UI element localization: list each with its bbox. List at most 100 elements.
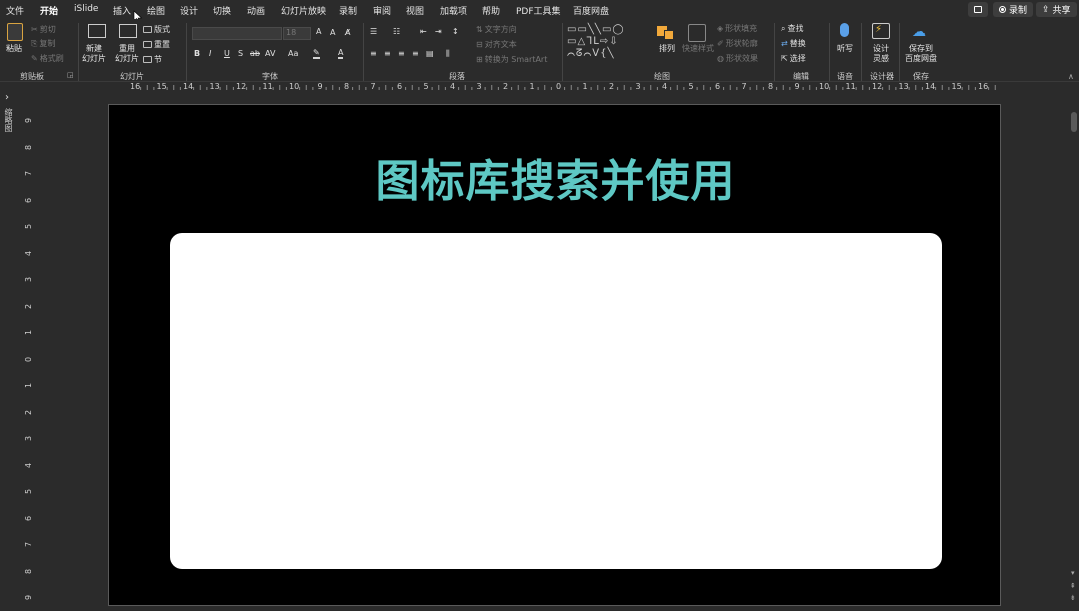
format-painter-button[interactable]: ✎ 格式刷 (31, 53, 64, 64)
dialog-launcher-icon[interactable]: ◲ (67, 71, 74, 79)
copy-button[interactable]: ⎘ 复制 (31, 38, 55, 49)
reuse-slide-button[interactable]: 重用 幻灯片 (115, 44, 139, 64)
shape-fill-button[interactable]: ◈ 形状填充 (717, 23, 757, 34)
menu-file[interactable]: 文件 (6, 4, 24, 17)
highlight-icon[interactable]: ✎ (313, 48, 320, 59)
share-button[interactable]: ⇪ 共享 (1036, 2, 1077, 17)
grow-font-button[interactable]: A (316, 27, 321, 36)
expand-thumbnails-icon[interactable]: › (5, 92, 9, 103)
smartart-button[interactable]: ⊞ 转换为 SmartArt (476, 54, 547, 65)
scroll-down-icon[interactable]: ▾ (1071, 569, 1075, 577)
reset-icon (143, 41, 152, 48)
text-direction-button[interactable]: ⇅ 文字方向 (476, 24, 517, 35)
copy-icon: ⎘ (31, 38, 38, 48)
align-text-button[interactable]: ⊟ 对齐文本 (476, 39, 517, 50)
columns-icon[interactable]: ⫼ (446, 49, 450, 59)
section-button[interactable]: 节 (143, 54, 162, 65)
menu-design[interactable]: 设计 (180, 4, 198, 17)
distributed-icon[interactable]: ▤ (426, 49, 434, 58)
thumbnails-label[interactable]: 缩略图 (3, 108, 14, 132)
collapse-ribbon-icon[interactable]: ∧ (1068, 72, 1074, 81)
menu-draw[interactable]: 绘图 (147, 4, 165, 17)
increase-indent-icon[interactable]: ⇥ (435, 27, 442, 36)
underline-button[interactable]: U (224, 49, 230, 58)
font-color-icon[interactable]: A (338, 48, 344, 59)
cut-button[interactable]: ✂ 剪切 (31, 24, 56, 35)
save-to-baidu-button[interactable]: 保存到 百度网盘 (905, 44, 937, 64)
ruler-label: 1 (529, 82, 535, 91)
bold-button[interactable]: B (194, 49, 200, 58)
layout-button[interactable]: 版式 (143, 24, 170, 35)
vertical-ruler-label: 6 (24, 515, 34, 521)
ruler-label: 4 (450, 82, 456, 91)
text-direction-icon: ⇅ (476, 25, 483, 34)
group-label-save: 保存 (913, 72, 929, 81)
strikethrough-button[interactable]: ab (250, 49, 260, 58)
bullets-icon[interactable]: ☰ (370, 27, 377, 36)
menu-insert[interactable]: 插入 (113, 4, 131, 17)
menu-help[interactable]: 帮助 (482, 4, 500, 17)
next-slide-icon[interactable]: ⇟ (1070, 594, 1076, 602)
menu-review[interactable]: 审阅 (373, 4, 391, 17)
paste-button[interactable]: 粘贴 (6, 44, 22, 54)
menu-slideshow[interactable]: 幻灯片放映 (281, 4, 326, 17)
find-button[interactable]: ⌕ 查找 (781, 23, 803, 34)
line-spacing-icon[interactable]: ↕ (452, 27, 459, 36)
replace-button[interactable]: ⇄ 替换 (781, 38, 806, 49)
ruler-label: 13 (209, 82, 220, 91)
shadow-button[interactable]: S (238, 49, 243, 58)
shape-outline-button[interactable]: ✐ 形状轮廓 (717, 38, 758, 49)
justify-icon[interactable]: ≡ (412, 49, 419, 58)
record-button[interactable]: 录制 (993, 2, 1034, 17)
ruler-label: 5 (423, 82, 429, 91)
ruler-label: 8 (344, 82, 350, 91)
scrollbar-thumb[interactable] (1071, 112, 1077, 132)
align-left-icon[interactable]: ≡ (370, 49, 377, 58)
slide-canvas[interactable]: 图标库搜索并使用 (108, 104, 1001, 606)
quick-styles-button[interactable]: 快速样式 (682, 44, 714, 54)
comments-button[interactable] (968, 2, 988, 17)
shapes-gallery[interactable]: ▭▭╲╲▭◯ ▭△ᒣᒪ⇨⇩ ⌒ᘔ⌒ᐯ{╲ (567, 24, 651, 62)
menu-view[interactable]: 视图 (406, 4, 424, 17)
new-slide-button[interactable]: 新建 幻灯片 (82, 44, 106, 64)
ruler-label: 8 (768, 82, 774, 91)
shape-effects-button[interactable]: ◍ 形状效果 (717, 53, 758, 64)
select-button[interactable]: ⇱ 选择 (781, 53, 806, 64)
numbering-icon[interactable]: ☷ (393, 27, 400, 36)
align-right-icon[interactable]: ≡ (398, 49, 405, 58)
menu-record[interactable]: 录制 (339, 4, 357, 17)
vertical-ruler-label: 1 (24, 329, 34, 336)
change-case-button[interactable]: Aa (288, 49, 298, 58)
font-name-combo[interactable] (192, 27, 282, 40)
dictate-button[interactable]: 听写 (837, 44, 853, 54)
menu-home[interactable]: 开始 (40, 4, 59, 21)
menu-islide[interactable]: iSlide (74, 4, 98, 14)
ruler-label: 4 (662, 82, 668, 91)
arrange-button[interactable]: 排列 (659, 44, 675, 54)
separator (78, 23, 79, 81)
slide-title[interactable]: 图标库搜索并使用 (109, 145, 1002, 209)
menu-baidu-netdisk[interactable]: 百度网盘 (573, 4, 609, 17)
design-ideas-button[interactable]: 设计 灵感 (873, 44, 889, 64)
clear-format-icon[interactable]: A̸ (345, 28, 350, 37)
italic-button[interactable]: I (209, 49, 211, 58)
menu-addins[interactable]: 加载项 (440, 4, 467, 17)
menu-transitions[interactable]: 切换 (213, 4, 231, 17)
prev-slide-icon[interactable]: ⇞ (1070, 582, 1076, 590)
comment-icon (974, 6, 982, 13)
group-label-font: 字体 (262, 72, 278, 81)
menu-animations[interactable]: 动画 (247, 4, 265, 17)
shrink-font-button[interactable]: A (330, 28, 335, 37)
smartart-icon: ⊞ (476, 55, 483, 64)
reset-button[interactable]: 重置 (143, 39, 170, 50)
group-label-paragraph: 段落 (449, 72, 465, 81)
menu-pdf-tools[interactable]: PDF工具集 (516, 4, 561, 17)
vertical-scrollbar[interactable]: ▾ ⇞ ⇟ (1069, 82, 1079, 611)
decrease-indent-icon[interactable]: ⇤ (420, 27, 427, 36)
align-center-icon[interactable]: ≡ (384, 49, 391, 58)
white-rounded-rectangle[interactable] (170, 233, 942, 569)
ruler-label: 7 (741, 82, 747, 91)
char-spacing-button[interactable]: AV (265, 49, 275, 58)
font-size-combo[interactable]: 18 (283, 27, 311, 40)
separator (186, 23, 187, 81)
